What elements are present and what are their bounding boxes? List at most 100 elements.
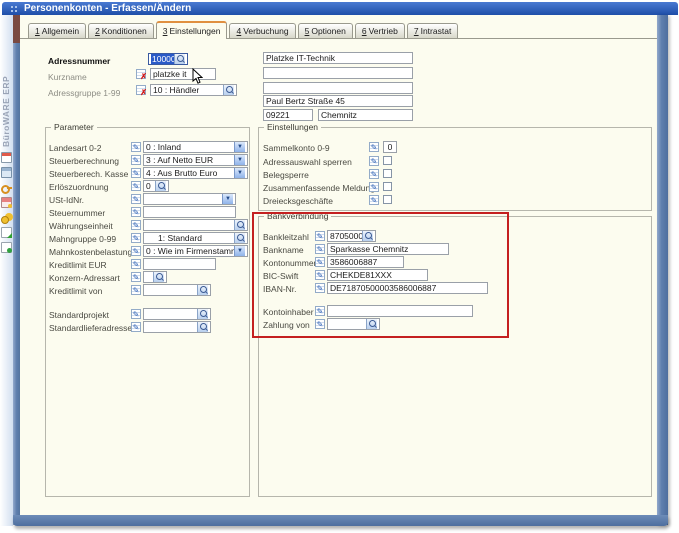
standardlieferadresse-field[interactable]	[143, 321, 211, 333]
edit-note-icon[interactable]: ✎	[315, 306, 325, 316]
tab-verbuchung[interactable]: 4Verbuchung	[229, 23, 295, 38]
lookup-icon[interactable]	[153, 272, 164, 282]
chevron-down-icon[interactable]: ▼	[234, 168, 245, 178]
name2-field[interactable]	[263, 67, 413, 79]
contacts-card-icon[interactable]	[1, 152, 12, 163]
kreditlimit-von-field[interactable]	[143, 284, 211, 296]
ort-field[interactable]: Chemnitz	[318, 109, 413, 121]
edit-note-icon[interactable]: ✎	[131, 168, 141, 178]
iban-field[interactable]: DE71870500003586006887	[327, 282, 488, 294]
adressauswahl-sperren-checkbox[interactable]	[383, 156, 392, 165]
lookup-icon[interactable]	[234, 233, 245, 243]
edit-note-icon[interactable]: ✎	[315, 270, 325, 280]
steuerberechnung-select[interactable]: 3 : Auf Netto EUR▼	[143, 154, 248, 166]
ust-idnr-select[interactable]: ▼	[143, 193, 236, 205]
file-export-icon[interactable]	[1, 227, 12, 238]
lookup-icon[interactable]	[362, 231, 373, 241]
landesart-label: Landesart 0-2	[49, 143, 101, 153]
steuerberechn-kasse-select[interactable]: 4 : Aus Brutto Euro▼	[143, 167, 248, 179]
edit-note-icon[interactable]: ✎	[131, 181, 141, 191]
waehrungseinheit-field[interactable]	[143, 219, 248, 231]
erloeszuordnung-field[interactable]: 0	[143, 180, 169, 192]
edit-note-icon[interactable]: ✎	[131, 322, 141, 332]
tab-konditionen[interactable]: 2Konditionen	[88, 23, 154, 38]
lookup-icon[interactable]	[223, 85, 234, 95]
window-grid-icon[interactable]	[11, 6, 19, 14]
plz-field[interactable]: 09221	[263, 109, 313, 121]
mahnkostenbelastung-select[interactable]: 0 : Wie im Firmenstamm eing▼	[143, 245, 248, 257]
edit-note-icon[interactable]: ✎	[131, 272, 141, 282]
lookup-icon[interactable]	[197, 285, 208, 295]
window-titlebar[interactable]: Personenkonten - Erfassen/Ändern	[2, 2, 678, 15]
chevron-down-icon[interactable]: ▼	[234, 142, 245, 152]
lookup-icon[interactable]	[155, 181, 166, 191]
zahlung-von-field[interactable]	[327, 318, 380, 330]
strasse-field[interactable]: Paul Bertz Straße 45	[263, 95, 413, 107]
edit-note-icon[interactable]: ✎	[131, 207, 141, 217]
edit-note-icon[interactable]: ✎	[315, 257, 325, 267]
edit-note-icon[interactable]: ✎	[369, 182, 379, 192]
chevron-down-icon[interactable]: ▼	[234, 155, 245, 165]
key-icon[interactable]	[1, 182, 12, 193]
clear-field-icon[interactable]: ✗	[136, 85, 146, 95]
edit-note-icon[interactable]: ✎	[315, 319, 325, 329]
edit-note-icon[interactable]: ✎	[315, 231, 325, 241]
kreditlimit-eur-field[interactable]	[143, 258, 216, 270]
kontonummer-field[interactable]: 3586006887	[327, 256, 404, 268]
edit-note-icon[interactable]: ✎	[369, 169, 379, 179]
steuerberechn-kasse-label: Steuerberech. Kasse	[49, 169, 128, 179]
belegsperre-checkbox[interactable]	[383, 169, 392, 178]
dreiecksgeschaefte-checkbox[interactable]	[383, 195, 392, 204]
bankleitzahl-field[interactable]: 87050000	[327, 230, 376, 242]
adressgruppe-field[interactable]: 10 : Händler	[150, 84, 237, 96]
accounts-icon[interactable]	[1, 197, 12, 208]
tab-optionen[interactable]: 5Optionen	[298, 23, 353, 38]
chevron-down-icon[interactable]: ▼	[234, 246, 245, 256]
tab-vertrieb[interactable]: 6Vertrieb	[355, 23, 405, 38]
edit-note-icon[interactable]: ✎	[369, 142, 379, 152]
kurzname-field[interactable]: platzke it	[150, 68, 216, 80]
edit-note-icon[interactable]: ✎	[369, 195, 379, 205]
edit-note-icon[interactable]: ✎	[369, 156, 379, 166]
edit-note-icon[interactable]: ✎	[131, 246, 141, 256]
adressnummer-field[interactable]: 10000	[148, 53, 188, 65]
window-icon[interactable]	[1, 167, 12, 178]
tab-intrastat[interactable]: 7Intrastat	[407, 23, 458, 38]
kurzname-label: Kurzname	[48, 72, 87, 82]
edit-note-icon[interactable]: ✎	[131, 285, 141, 295]
konzern-adressart-field[interactable]	[143, 271, 167, 283]
splitter-grip[interactable]	[13, 15, 20, 43]
edit-note-icon[interactable]: ✎	[131, 142, 141, 152]
einstellungen-group: Einstellungen Sammelkonto 0-9 ✎ 0 Adress…	[258, 127, 652, 211]
tab-allgemein[interactable]: 1Allgemein	[28, 23, 86, 38]
mahngruppe-field[interactable]: 1: Standard	[143, 232, 248, 244]
edit-note-icon[interactable]: ✎	[131, 259, 141, 269]
edit-note-icon[interactable]: ✎	[315, 244, 325, 254]
name1-field[interactable]: Platzke IT-Technik	[263, 52, 413, 64]
kontoinhaber-field[interactable]	[327, 305, 473, 317]
lookup-icon[interactable]	[174, 54, 185, 64]
lookup-icon[interactable]	[366, 319, 377, 329]
bic-swift-field[interactable]: CHEKDE81XXX	[327, 269, 428, 281]
clear-field-icon[interactable]: ✗	[136, 69, 146, 79]
standardprojekt-field[interactable]	[143, 308, 211, 320]
coins-icon[interactable]	[1, 212, 12, 223]
bankname-field[interactable]: Sparkasse Chemnitz	[327, 243, 449, 255]
chevron-down-icon[interactable]: ▼	[222, 194, 233, 204]
edit-note-icon[interactable]: ✎	[131, 155, 141, 165]
edit-note-icon[interactable]: ✎	[131, 220, 141, 230]
lookup-icon[interactable]	[234, 220, 245, 230]
sammelkonto-field[interactable]: 0	[383, 141, 397, 153]
tab-einstellungen[interactable]: 3Einstellungen	[156, 21, 228, 39]
edit-note-icon[interactable]: ✎	[131, 233, 141, 243]
file-ok-icon[interactable]	[1, 242, 12, 253]
lookup-icon[interactable]	[197, 322, 208, 332]
edit-note-icon[interactable]: ✎	[131, 194, 141, 204]
zusammenfassende-meldung-checkbox[interactable]	[383, 182, 392, 191]
edit-note-icon[interactable]: ✎	[131, 309, 141, 319]
edit-note-icon[interactable]: ✎	[315, 283, 325, 293]
steuernummer-field[interactable]	[143, 206, 236, 218]
landesart-select[interactable]: 0 : Inland▼	[143, 141, 248, 153]
lookup-icon[interactable]	[197, 309, 208, 319]
name3-field[interactable]	[263, 82, 413, 94]
